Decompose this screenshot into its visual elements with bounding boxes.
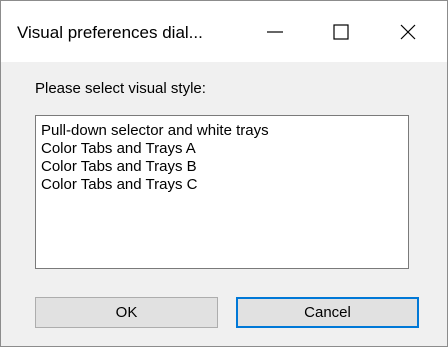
visual-style-listbox[interactable]: Pull-down selector and white trays Color… bbox=[35, 115, 409, 269]
close-button[interactable] bbox=[379, 1, 437, 62]
list-item[interactable]: Color Tabs and Trays A bbox=[41, 140, 408, 158]
close-icon bbox=[400, 24, 416, 39]
list-item[interactable]: Color Tabs and Trays B bbox=[41, 158, 408, 176]
ok-button-label: OK bbox=[115, 304, 138, 321]
visual-preferences-dialog: Visual preferences dial... Please select… bbox=[0, 0, 448, 347]
list-item[interactable]: Color Tabs and Trays C bbox=[41, 176, 408, 194]
maximize-icon bbox=[333, 23, 349, 40]
cancel-button-label: Cancel bbox=[304, 304, 351, 321]
minimize-button[interactable] bbox=[246, 1, 304, 62]
ok-button[interactable]: OK bbox=[35, 297, 218, 328]
maximize-button[interactable] bbox=[312, 1, 370, 62]
minimize-icon bbox=[267, 30, 283, 33]
prompt-label: Please select visual style: bbox=[35, 80, 206, 97]
window-title: Visual preferences dial... bbox=[17, 23, 203, 42]
list-item[interactable]: Pull-down selector and white trays bbox=[41, 122, 408, 140]
cancel-button[interactable]: Cancel bbox=[236, 297, 419, 328]
title-bar[interactable]: Visual preferences dial... bbox=[1, 1, 447, 62]
